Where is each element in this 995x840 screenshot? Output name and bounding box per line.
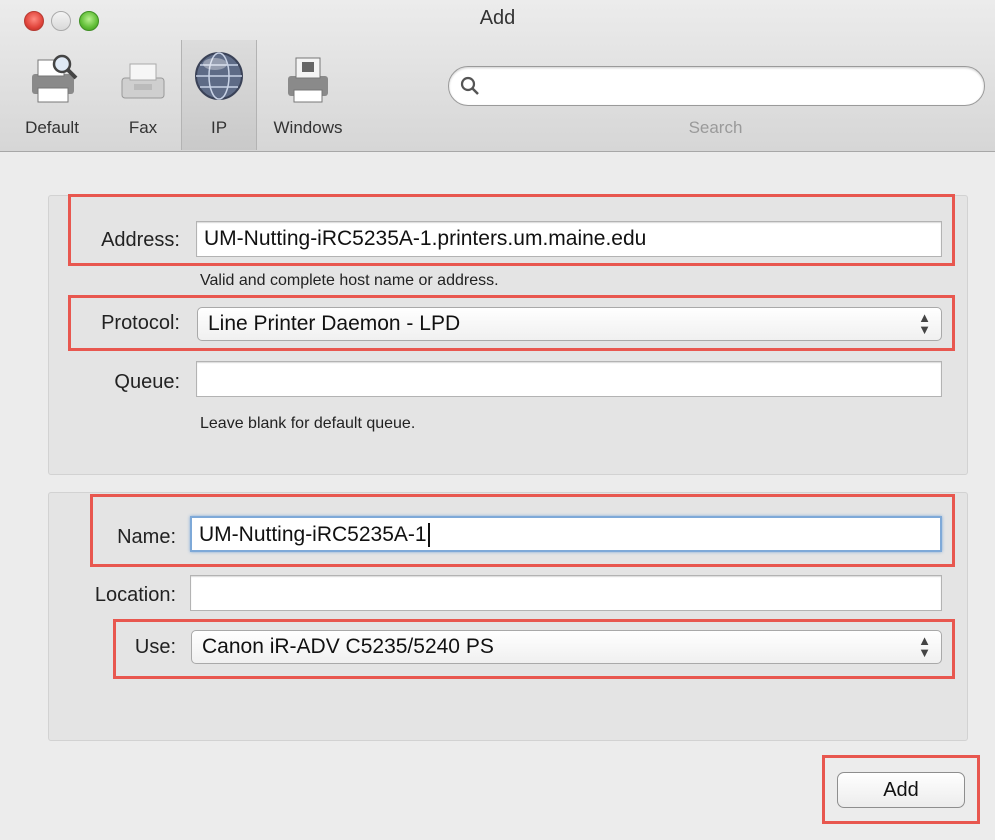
tab-ip[interactable]: IP — [181, 40, 257, 150]
highlight-protocol — [68, 295, 955, 351]
search-input[interactable] — [448, 66, 985, 106]
printer-magnifier-icon — [32, 54, 78, 103]
tab-fax[interactable]: Fax — [112, 52, 174, 148]
highlight-add-button — [822, 755, 980, 824]
location-label: Location: — [94, 584, 176, 606]
search-icon — [460, 76, 479, 95]
tab-default[interactable]: Default — [10, 52, 94, 148]
tab-default-label: Default — [25, 118, 79, 137]
address-hint: Valid and complete host name or address. — [200, 272, 499, 289]
tab-windows[interactable]: Windows — [262, 52, 354, 148]
location-field[interactable] — [190, 575, 942, 611]
tab-fax-label: Fax — [128, 118, 158, 137]
tab-windows-label: Windows — [273, 118, 343, 137]
search-label: Search — [688, 118, 743, 137]
highlight-use — [113, 619, 955, 679]
windows-printer-icon — [288, 57, 328, 103]
queue-hint: Leave blank for default queue. — [200, 415, 416, 432]
window-title: Add — [479, 7, 516, 29]
highlight-name — [90, 494, 955, 567]
queue-label: Queue: — [114, 371, 180, 393]
fax-icon — [121, 63, 165, 99]
tab-ip-label: IP — [210, 118, 228, 137]
queue-field[interactable] — [196, 361, 942, 397]
toolbar: Add Default Fax IP Windows Search — [0, 0, 995, 152]
highlight-address — [68, 194, 955, 266]
globe-icon — [195, 52, 243, 100]
